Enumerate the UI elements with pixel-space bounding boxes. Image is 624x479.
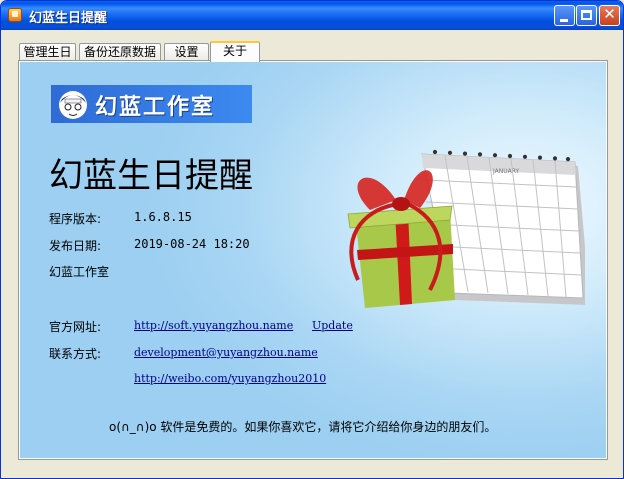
tab-manage-birthdays[interactable]: 管理生日 <box>19 43 76 60</box>
release-date-value: 2019-08-24 18:20 <box>134 237 250 251</box>
tab-about[interactable]: 关于 <box>210 41 260 62</box>
main-window: 幻蓝生日提醒 ✕ 管理生日 备份还原数据 设置 关于 幻蓝工作室 幻蓝生日提醒 … <box>0 0 624 479</box>
calendar-gift-illustration: JANUARY <box>347 149 585 308</box>
mascot-icon <box>59 91 87 119</box>
update-link[interactable]: Update <box>312 319 353 332</box>
about-page: 幻蓝工作室 幻蓝生日提醒 程序版本: 1.6.8.15 发布日期: 2019-0… <box>20 62 606 458</box>
contact-label: 联系方式: <box>49 347 102 361</box>
studio-name: 幻蓝工作室 <box>49 265 110 279</box>
close-icon: ✕ <box>603 5 616 23</box>
maximize-button[interactable] <box>576 5 597 26</box>
tab-backup-restore[interactable]: 备份还原数据 <box>79 43 161 60</box>
weibo-link[interactable]: http://weibo.com/yuyangzhou2010 <box>134 372 326 385</box>
app-icon <box>8 8 22 22</box>
calendar-month: JANUARY <box>492 168 520 175</box>
close-button[interactable]: ✕ <box>599 5 620 26</box>
release-date-label: 发布日期: <box>49 239 102 253</box>
logo-text: 幻蓝工作室 <box>95 95 216 120</box>
minimize-button[interactable] <box>554 5 575 26</box>
studio-logo: 幻蓝工作室 <box>51 85 252 123</box>
title-bar[interactable]: 幻蓝生日提醒 ✕ <box>1 1 623 30</box>
tab-panel: 幻蓝工作室 幻蓝生日提醒 程序版本: 1.6.8.15 发布日期: 2019-0… <box>18 60 608 460</box>
tab-settings[interactable]: 设置 <box>164 43 209 60</box>
website-label: 官方网址: <box>49 320 102 334</box>
website-link[interactable]: http://soft.yuyangzhou.name <box>134 319 293 332</box>
version-value: 1.6.8.15 <box>134 210 192 224</box>
version-label: 程序版本: <box>49 212 102 226</box>
footer-message: o(∩_∩)o 软件是免费的。如果你喜欢它，请将它介绍给你身边的朋友们。 <box>109 420 497 434</box>
app-name: 幻蓝生日提醒 <box>49 156 253 196</box>
email-link[interactable]: development@yuyangzhou.name <box>134 346 318 359</box>
window-title: 幻蓝生日提醒 <box>29 11 108 26</box>
